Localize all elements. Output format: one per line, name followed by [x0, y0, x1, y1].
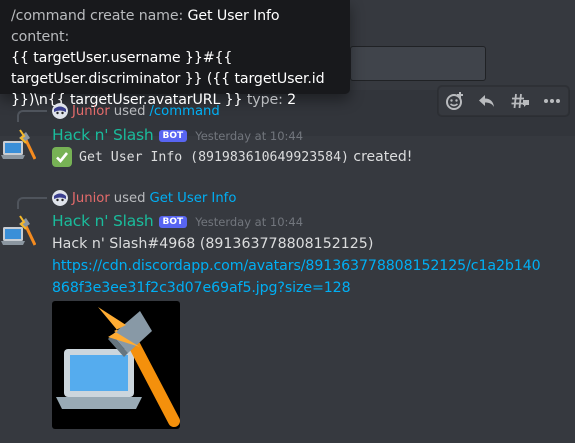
more-options-button[interactable]: [539, 88, 565, 114]
reply-button[interactable]: [474, 88, 500, 114]
embedded-avatar-image[interactable]: [52, 301, 180, 429]
message-content: Get User Info (891983610649923584) creat…: [52, 146, 412, 168]
avatar-url-link[interactable]: https://cdn.discordapp.com/avatars/89136…: [52, 255, 541, 277]
reply-used-label: used: [113, 103, 146, 119]
tooltip-line-3: targetUser.discriminator }} ({{ targetUs…: [11, 71, 325, 87]
timestamp[interactable]: Yesterday at 10:44: [195, 215, 303, 229]
command-input-field[interactable]: [350, 46, 486, 81]
timestamp[interactable]: Yesterday at 10:44: [195, 129, 303, 143]
avatar-url-link-continued[interactable]: 868f3e3ee31f2c3d07e69af5.jpg?size=128: [52, 277, 351, 299]
reply-command-name[interactable]: /command: [149, 104, 219, 119]
reply-connector: [17, 197, 47, 209]
reply-username[interactable]: Junior: [72, 104, 110, 119]
tooltip-line-1: /command create name: Get User Info cont…: [11, 6, 340, 48]
junior-avatar[interactable]: [52, 190, 68, 206]
message-actions-toolbar: [438, 86, 569, 116]
check-mark-icon: [52, 147, 72, 167]
bot-avatar[interactable]: [0, 214, 37, 250]
message-text: created!: [348, 149, 413, 165]
command-tooltip: /command create name: Get User Info cont…: [0, 0, 350, 108]
code-text: Get User Info (891983610649923584): [79, 150, 349, 165]
tooltip-text: content:: [11, 29, 70, 45]
tooltip-text: type:: [242, 92, 288, 108]
message-header: Hack n' Slash BOT Yesterday at 10:44: [52, 126, 303, 144]
laptop-hammer-icon: [56, 307, 180, 427]
tooltip-command-name: Get User Info: [187, 8, 280, 24]
bot-tag: BOT: [158, 130, 188, 142]
author-name[interactable]: Hack n' Slash: [52, 126, 154, 144]
create-thread-button[interactable]: [507, 88, 533, 114]
reply-username[interactable]: Junior: [72, 191, 110, 206]
tooltip-line-2: {{ targetUser.username }}#{{: [11, 50, 233, 66]
junior-avatar[interactable]: [52, 103, 68, 119]
reply-used-label: used: [113, 190, 146, 206]
reply-reference[interactable]: Junior used /command: [52, 103, 220, 119]
add-reaction-button[interactable]: [442, 88, 468, 114]
reply-connector: [17, 110, 47, 122]
more-icon: [543, 99, 560, 103]
bot-tag: BOT: [158, 216, 188, 228]
reply-reference[interactable]: Junior used Get User Info: [52, 190, 236, 206]
tooltip-text: /command create name:: [11, 8, 188, 24]
reply-icon: [479, 95, 495, 107]
message-text: Hack n' Slash#4968 (891363778808152125): [52, 236, 374, 252]
add-reaction-icon: [446, 92, 464, 110]
message-header: Hack n' Slash BOT Yesterday at 10:44: [52, 212, 303, 230]
reply-command-name[interactable]: Get User Info: [149, 191, 236, 206]
tooltip-type-value: 2: [287, 92, 297, 108]
create-thread-icon: [511, 93, 529, 109]
author-name[interactable]: Hack n' Slash: [52, 212, 154, 230]
bot-avatar[interactable]: [0, 128, 37, 164]
